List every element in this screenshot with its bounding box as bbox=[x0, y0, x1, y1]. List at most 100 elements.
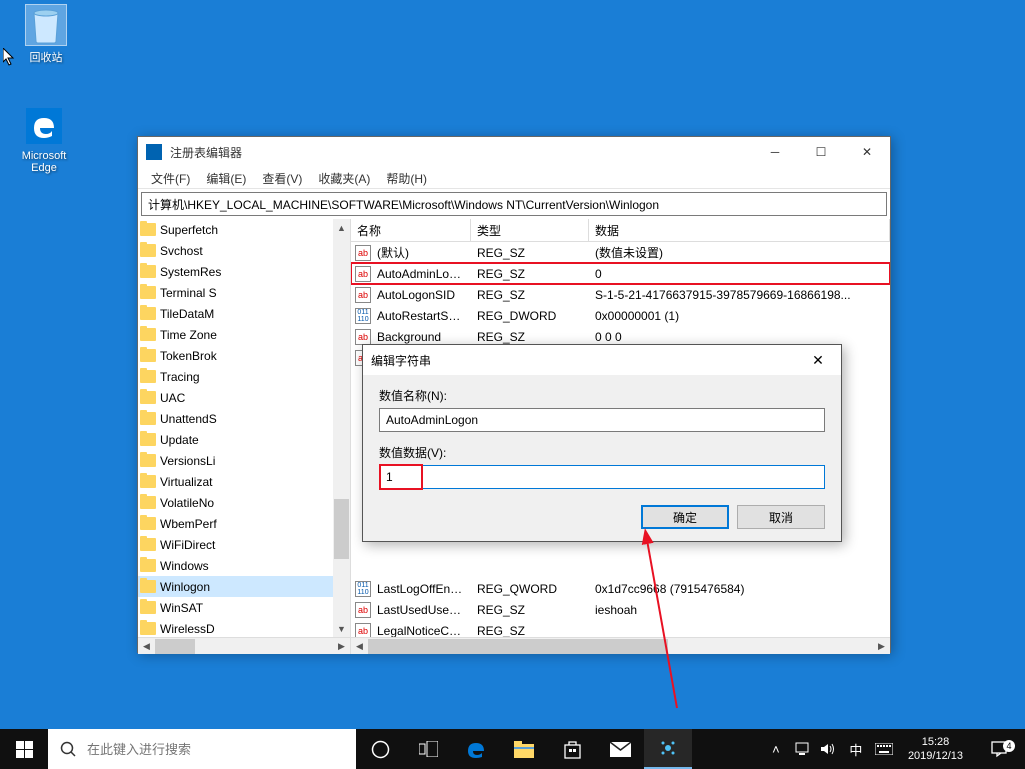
tree-item-wirelessd[interactable]: WirelessD bbox=[138, 618, 336, 639]
vertical-scrollbar[interactable]: ▲▼ bbox=[333, 219, 350, 637]
column-data[interactable]: 数据 bbox=[589, 219, 890, 241]
titlebar[interactable]: 注册表编辑器 ─ ☐ ✕ bbox=[138, 137, 890, 167]
folder-icon bbox=[140, 517, 156, 530]
tree-item-wifidirect[interactable]: WiFiDirect bbox=[138, 534, 336, 555]
tree-item-winlogon[interactable]: ›Winlogon bbox=[138, 576, 336, 597]
tree-item-systemres[interactable]: SystemRes bbox=[138, 261, 336, 282]
value-type: REG_SZ bbox=[471, 286, 589, 304]
tree-item-versionsli[interactable]: VersionsLi bbox=[138, 450, 336, 471]
folder-icon bbox=[140, 265, 156, 278]
taskbar-explorer[interactable] bbox=[500, 729, 548, 769]
ok-button[interactable]: 确定 bbox=[641, 505, 729, 529]
dialog-close-button[interactable]: ✕ bbox=[803, 346, 833, 374]
value-name: LastLogOffEnd... bbox=[371, 580, 471, 598]
column-type[interactable]: 类型 bbox=[471, 219, 589, 241]
value-type-icon: ab bbox=[355, 287, 371, 303]
value-name-input[interactable] bbox=[379, 408, 825, 432]
tree-item-wbemperf[interactable]: WbemPerf bbox=[138, 513, 336, 534]
menu-view[interactable]: 查看(V) bbox=[254, 167, 310, 188]
tray-network-icon[interactable] bbox=[792, 729, 812, 769]
system-tray: ˄ 中 15:28 2019/12/13 4 bbox=[766, 729, 1025, 769]
value-row[interactable]: ab(默认)REG_SZ(数值未设置) bbox=[351, 242, 890, 263]
tree-item-label: Terminal S bbox=[160, 286, 217, 300]
folder-icon bbox=[140, 223, 156, 236]
desktop-icon-label: Microsoft Edge bbox=[14, 150, 74, 174]
notification-badge: 4 bbox=[1003, 740, 1015, 752]
desktop-icon-label: 回收站 bbox=[16, 49, 76, 65]
tree-item-unattends[interactable]: UnattendS bbox=[138, 408, 336, 429]
value-type-icon: ab bbox=[355, 602, 371, 618]
taskbar-app-active[interactable] bbox=[644, 729, 692, 769]
tree-item-svchost[interactable]: Svchost bbox=[138, 240, 336, 261]
tree-item-label: SystemRes bbox=[160, 265, 221, 279]
start-button[interactable] bbox=[0, 729, 48, 769]
tree-item-label: Time Zone bbox=[160, 328, 217, 342]
folder-icon bbox=[140, 412, 156, 425]
tree-item-tiledatam[interactable]: TileDataM bbox=[138, 303, 336, 324]
column-name[interactable]: 名称 bbox=[351, 219, 471, 241]
tree-item-label: Superfetch bbox=[160, 223, 218, 237]
tray-keyboard-icon[interactable] bbox=[874, 729, 894, 769]
dialog-titlebar[interactable]: 编辑字符串 ✕ bbox=[363, 345, 841, 375]
taskbar-edge[interactable] bbox=[452, 729, 500, 769]
menu-help[interactable]: 帮助(H) bbox=[378, 167, 435, 188]
value-name: (默认) bbox=[371, 242, 471, 263]
menu-file[interactable]: 文件(F) bbox=[143, 167, 198, 188]
tree-item-winsat[interactable]: WinSAT bbox=[138, 597, 336, 618]
value-type-icon: ab bbox=[355, 266, 371, 282]
value-data: (数值未设置) bbox=[589, 242, 890, 263]
task-view-button[interactable] bbox=[404, 729, 452, 769]
menu-edit[interactable]: 编辑(E) bbox=[198, 167, 254, 188]
tree-item-terminal s[interactable]: Terminal S bbox=[138, 282, 336, 303]
cortana-button[interactable] bbox=[356, 729, 404, 769]
address-bar[interactable]: 计算机\HKEY_LOCAL_MACHINE\SOFTWARE\Microsof… bbox=[141, 192, 887, 216]
tree-item-virtualizat[interactable]: Virtualizat bbox=[138, 471, 336, 492]
folder-icon bbox=[140, 286, 156, 299]
tree-item-superfetch[interactable]: ›Superfetch bbox=[138, 219, 336, 240]
value-row[interactable]: 011110AutoRestartShellREG_DWORD0x0000000… bbox=[351, 305, 890, 326]
cursor-icon bbox=[3, 48, 19, 68]
value-row[interactable]: 011110LastLogOffEnd...REG_QWORD0x1d7cc96… bbox=[351, 578, 890, 599]
tree-item-windows[interactable]: Windows bbox=[138, 555, 336, 576]
tree-item-time zone[interactable]: Time Zone bbox=[138, 324, 336, 345]
tree-item-label: TokenBrok bbox=[160, 349, 217, 363]
tree-item-tokenbrok[interactable]: TokenBrok bbox=[138, 345, 336, 366]
value-row[interactable]: abAutoLogonSIDREG_SZS-1-5-21-4176637915-… bbox=[351, 284, 890, 305]
cancel-button[interactable]: 取消 bbox=[737, 505, 825, 529]
windows-icon bbox=[16, 741, 33, 758]
tray-chevron-up-icon[interactable]: ˄ bbox=[766, 729, 786, 769]
tray-ime-indicator[interactable]: 中 bbox=[844, 729, 868, 769]
tree-item-volatileno[interactable]: VolatileNo bbox=[138, 492, 336, 513]
folder-icon bbox=[140, 370, 156, 383]
value-type-icon: ab bbox=[355, 329, 371, 345]
tree-item-update[interactable]: Update bbox=[138, 429, 336, 450]
minimize-button[interactable]: ─ bbox=[752, 137, 798, 167]
search-box[interactable] bbox=[48, 729, 356, 769]
taskbar-store[interactable] bbox=[548, 729, 596, 769]
menu-favorites[interactable]: 收藏夹(A) bbox=[310, 167, 378, 188]
folder-icon bbox=[140, 433, 156, 446]
tree-item-tracing[interactable]: Tracing bbox=[138, 366, 336, 387]
desktop-icon-edge[interactable]: Microsoft Edge bbox=[14, 105, 74, 174]
taskbar-mail[interactable] bbox=[596, 729, 644, 769]
search-icon bbox=[60, 741, 77, 758]
tray-volume-icon[interactable] bbox=[818, 729, 838, 769]
value-name: AutoRestartShell bbox=[371, 307, 471, 325]
value-row[interactable]: abAutoAdminLog...REG_SZ0 bbox=[351, 263, 890, 284]
value-type-icon: 011110 bbox=[355, 581, 371, 597]
horizontal-scrollbar[interactable]: ◀▶ bbox=[138, 637, 350, 654]
folder-icon bbox=[140, 580, 156, 593]
value-data-input[interactable] bbox=[379, 465, 825, 489]
tray-notifications[interactable]: 4 bbox=[977, 740, 1021, 758]
desktop-icon-recycle-bin[interactable]: 回收站 bbox=[16, 4, 76, 65]
value-name: AutoAdminLog... bbox=[371, 265, 471, 283]
search-input[interactable] bbox=[87, 742, 344, 757]
close-button[interactable]: ✕ bbox=[844, 137, 890, 167]
value-data: ieshoah bbox=[589, 601, 890, 619]
value-row[interactable]: abLastUsedUsern...REG_SZieshoah bbox=[351, 599, 890, 620]
maximize-button[interactable]: ☐ bbox=[798, 137, 844, 167]
tree-item-label: Windows bbox=[160, 559, 209, 573]
tree-item-uac[interactable]: UAC bbox=[138, 387, 336, 408]
horizontal-scrollbar[interactable]: ◀▶ bbox=[351, 637, 890, 654]
tray-clock[interactable]: 15:28 2019/12/13 bbox=[900, 735, 971, 763]
